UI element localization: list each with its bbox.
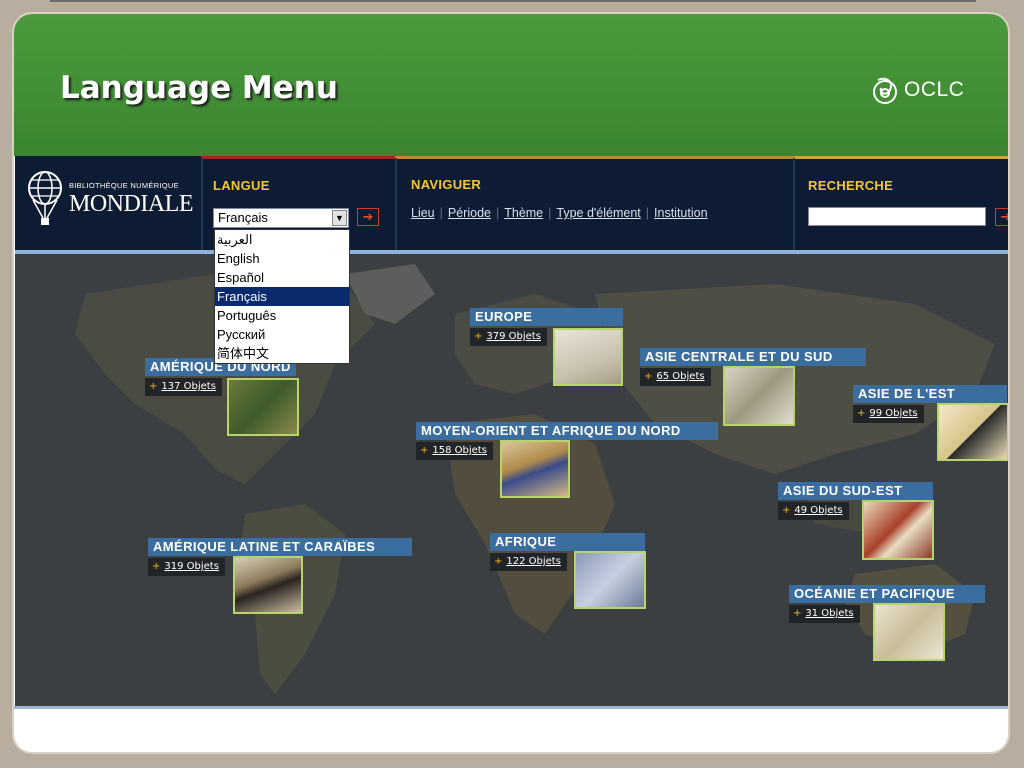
slide-title: Language Menu <box>60 70 338 106</box>
region-count[interactable]: +379 Objets <box>470 328 547 346</box>
footer-strip <box>14 706 1008 709</box>
region-count[interactable]: +319 Objets <box>148 558 225 576</box>
region-title[interactable]: MOYEN-ORIENT ET AFRIQUE DU NORD <box>416 422 718 440</box>
oclc-wordmark: OCLC <box>904 78 965 101</box>
region-middle-east-north-africa[interactable]: MOYEN-ORIENT ET AFRIQUE DU NORD +158 Obj… <box>416 422 718 498</box>
region-count-link[interactable]: 99 Objets <box>869 408 917 419</box>
language-select[interactable]: Français ▼ <box>213 208 349 228</box>
region-count[interactable]: +99 Objets <box>853 405 924 423</box>
region-africa[interactable]: AFRIQUE +122 Objets <box>490 533 646 609</box>
oclc-swirl-icon <box>873 77 897 104</box>
wdl-logo[interactable]: BIBLIOTHÈQUE NUMÉRIQUE MONDIALE <box>27 170 193 228</box>
region-count[interactable]: +122 Objets <box>490 553 567 571</box>
nav-link-type[interactable]: Type d'élément <box>556 206 640 220</box>
title-band: Language Menu OCLC <box>14 14 1008 156</box>
region-thumbnail[interactable] <box>227 378 299 436</box>
region-thumbnail[interactable] <box>574 551 646 609</box>
region-count[interactable]: +137 Objets <box>145 378 222 396</box>
region-title[interactable]: AMÉRIQUE LATINE ET CARAÏBES <box>148 538 412 556</box>
region-count[interactable]: +49 Objets <box>778 502 849 520</box>
region-count-link[interactable]: 122 Objets <box>506 556 561 567</box>
language-dropdown: العربية English Español Français Portugu… <box>214 229 350 364</box>
region-count[interactable]: +65 Objets <box>640 368 711 386</box>
language-option[interactable]: Español <box>215 268 349 287</box>
region-count-link[interactable]: 158 Objets <box>432 445 487 456</box>
region-title[interactable]: OCÉANIE ET PACIFIQUE <box>789 585 985 603</box>
region-count-link[interactable]: 137 Objets <box>161 381 216 392</box>
logo-subtitle: BIBLIOTHÈQUE NUMÉRIQUE <box>69 180 179 190</box>
nav-separator: | <box>495 206 500 220</box>
language-option[interactable]: العربية <box>215 230 349 249</box>
divider <box>793 158 795 250</box>
search-input[interactable] <box>808 207 986 226</box>
accent-bar <box>795 156 1008 159</box>
language-option[interactable]: Português <box>215 306 349 325</box>
region-europe[interactable]: EUROPE +379 Objets <box>470 308 623 386</box>
language-option-selected[interactable]: Français <box>215 287 349 306</box>
language-option[interactable]: English <box>215 249 349 268</box>
language-go-button[interactable]: ➔ <box>357 208 379 226</box>
recherche-heading: RECHERCHE <box>808 178 894 193</box>
region-thumbnail[interactable] <box>873 603 945 661</box>
accent-bar <box>395 156 795 159</box>
nav-separator: | <box>548 206 552 220</box>
nav-link-theme[interactable]: Thème <box>504 206 543 220</box>
region-thumbnail[interactable] <box>233 556 303 614</box>
divider <box>201 158 203 250</box>
region-thumbnail[interactable] <box>862 500 934 560</box>
region-southeast-asia[interactable]: ASIE DU SUD-EST +49 Objets <box>778 482 934 560</box>
region-oceania-pacific[interactable]: OCÉANIE ET PACIFIQUE +31 Objets <box>789 585 985 661</box>
region-title[interactable]: ASIE CENTRALE ET DU SUD <box>640 348 866 366</box>
region-title[interactable]: ASIE DU SUD-EST <box>778 482 933 500</box>
selected-language: Français <box>218 210 268 225</box>
region-thumbnail[interactable] <box>937 403 1008 461</box>
nav-links: Lieu | Période | Thème | Type d'élément | Instit… <box>411 206 708 220</box>
region-count[interactable]: +158 Objets <box>416 442 493 460</box>
language-option[interactable]: Русский <box>215 325 349 344</box>
logo-title: MONDIALE <box>69 190 193 217</box>
region-title[interactable]: AFRIQUE <box>490 533 645 551</box>
chevron-down-icon[interactable]: ▼ <box>332 210 347 226</box>
top-rule <box>50 0 976 2</box>
search-go-button[interactable]: ➔ <box>995 208 1008 226</box>
nav-link-periode[interactable]: Période <box>448 206 491 220</box>
region-thumbnail[interactable] <box>553 328 623 386</box>
region-central-south-asia[interactable]: ASIE CENTRALE ET DU SUD +65 Objets <box>640 348 866 426</box>
region-latin-america-caribbean[interactable]: AMÉRIQUE LATINE ET CARAÏBES +319 Objets <box>148 538 412 614</box>
accent-bar <box>201 156 395 159</box>
region-title[interactable]: ASIE DE L'EST <box>853 385 1007 403</box>
oclc-logo: OCLC <box>870 74 964 106</box>
divider <box>395 158 397 250</box>
globe-balloon-icon <box>28 171 62 225</box>
naviguer-heading: NAVIGUER <box>411 177 482 192</box>
world-map: AMÉRIQUE DU NORD +137 Objets EUROPE +379… <box>15 250 1008 706</box>
nav-separator: | <box>439 206 443 220</box>
region-thumbnail[interactable] <box>500 440 570 498</box>
slide: Language Menu OCLC BIBLIOTHÈQUE NUMÉRIQU… <box>14 14 1008 752</box>
nav-separator: | <box>645 206 650 220</box>
nav-link-lieu[interactable]: Lieu <box>411 206 435 220</box>
region-thumbnail[interactable] <box>723 366 795 426</box>
region-east-asia[interactable]: ASIE DE L'EST +99 Objets <box>853 385 1008 461</box>
wdl-site: BIBLIOTHÈQUE NUMÉRIQUE MONDIALE LANGUE F… <box>15 156 1008 706</box>
region-count-link[interactable]: 319 Objets <box>164 561 219 572</box>
region-count-link[interactable]: 31 Objets <box>805 608 853 619</box>
wdl-header: BIBLIOTHÈQUE NUMÉRIQUE MONDIALE LANGUE F… <box>15 156 1008 364</box>
region-count[interactable]: +31 Objets <box>789 605 860 623</box>
region-count-link[interactable]: 65 Objets <box>656 371 704 382</box>
region-title[interactable]: EUROPE <box>470 308 623 326</box>
nav-link-institution[interactable]: Institution <box>654 206 708 220</box>
langue-heading: LANGUE <box>213 178 270 193</box>
region-count-link[interactable]: 49 Objets <box>794 505 842 516</box>
region-count-link[interactable]: 379 Objets <box>486 331 541 342</box>
language-option[interactable]: 简体中文 <box>215 344 349 363</box>
